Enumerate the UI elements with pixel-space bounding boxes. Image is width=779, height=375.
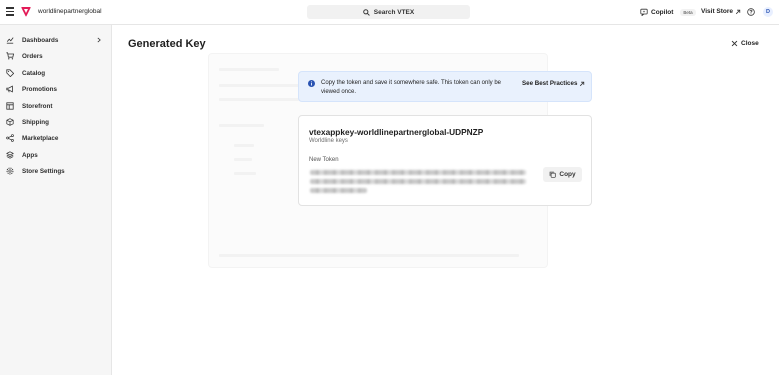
menu-icon[interactable]	[6, 7, 14, 16]
copilot-icon	[640, 8, 648, 16]
sidebar-item-orders[interactable]: Orders	[0, 49, 112, 63]
sidebar-item-label: Promotions	[22, 86, 57, 93]
sidebar-item-label: Marketplace	[22, 135, 59, 142]
best-practices-label: See Best Practices	[522, 80, 578, 87]
sidebar: Dashboards Orders Catalog Promotions Sto…	[0, 25, 112, 375]
sidebar-item-label: Dashboards	[22, 37, 59, 44]
visit-store-link[interactable]: Visit Store	[701, 8, 741, 15]
sidebar-item-store-settings[interactable]: Store Settings	[0, 164, 112, 178]
sidebar-item-apps[interactable]: Apps	[0, 148, 112, 162]
close-button[interactable]: Close	[731, 40, 759, 47]
sidebar-item-storefront[interactable]: Storefront	[0, 99, 112, 113]
search-icon	[362, 8, 370, 16]
vtex-logo-icon[interactable]	[21, 6, 31, 17]
generated-key-card: vtexappkey-worldlinepartnerglobal-UDPNZP…	[298, 115, 592, 206]
cart-icon	[6, 52, 14, 60]
close-icon	[731, 40, 738, 47]
top-bar: worldlinepartnerglobal Search VTEX Copil…	[0, 0, 779, 25]
gear-icon	[6, 167, 14, 175]
chart-icon	[6, 37, 14, 44]
search-button[interactable]: Search VTEX	[307, 5, 470, 19]
tag-icon	[6, 69, 14, 77]
sidebar-item-label: Shipping	[22, 119, 49, 126]
help-icon[interactable]	[747, 8, 755, 16]
megaphone-icon	[6, 85, 13, 93]
external-link-icon	[580, 81, 585, 86]
sidebar-item-dashboards[interactable]: Dashboards	[0, 33, 112, 47]
copy-button[interactable]: Copy	[543, 167, 582, 182]
best-practices-link[interactable]: See Best Practices	[522, 80, 585, 87]
sidebar-item-marketplace[interactable]: Marketplace	[0, 131, 112, 145]
sidebar-item-label: Store Settings	[22, 168, 65, 175]
sidebar-item-label: Orders	[22, 53, 43, 60]
chevron-right-icon	[97, 37, 101, 43]
avatar[interactable]: D	[763, 7, 773, 17]
close-label: Close	[741, 40, 759, 47]
account-name[interactable]: worldlinepartnerglobal	[38, 8, 102, 15]
share-icon	[6, 134, 14, 142]
cube-icon	[6, 151, 14, 159]
box-icon	[6, 118, 14, 126]
search-label: Search VTEX	[373, 8, 415, 16]
info-message: Copy the token and save it somewhere saf…	[321, 80, 501, 95]
page-title: Generated Key	[128, 38, 206, 50]
sidebar-item-catalog[interactable]: Catalog	[0, 66, 112, 80]
copy-label: Copy	[559, 171, 576, 178]
layout-icon	[6, 102, 14, 110]
visit-store-label: Visit Store	[701, 8, 734, 15]
copilot-button[interactable]: Copilot Beta	[640, 8, 696, 16]
info-banner: Copy the token and save it somewhere saf…	[298, 71, 592, 102]
info-icon	[308, 80, 315, 87]
beta-badge: Beta	[680, 8, 696, 16]
token-label: New Token	[309, 157, 339, 163]
app-key-name: vtexappkey-worldlinepartnerglobal-UDPNZP	[309, 127, 484, 137]
external-link-icon	[735, 9, 741, 14]
copilot-label: Copilot	[651, 8, 674, 16]
sidebar-item-promotions[interactable]: Promotions	[0, 82, 112, 96]
sidebar-item-label: Storefront	[22, 103, 53, 110]
token-value-redacted	[310, 168, 528, 196]
copy-icon	[550, 171, 557, 178]
sidebar-item-label: Catalog	[22, 70, 46, 77]
sidebar-item-shipping[interactable]: Shipping	[0, 115, 112, 129]
app-key-subtitle: Worldline keys	[309, 138, 348, 144]
sidebar-item-label: Apps	[22, 152, 38, 159]
